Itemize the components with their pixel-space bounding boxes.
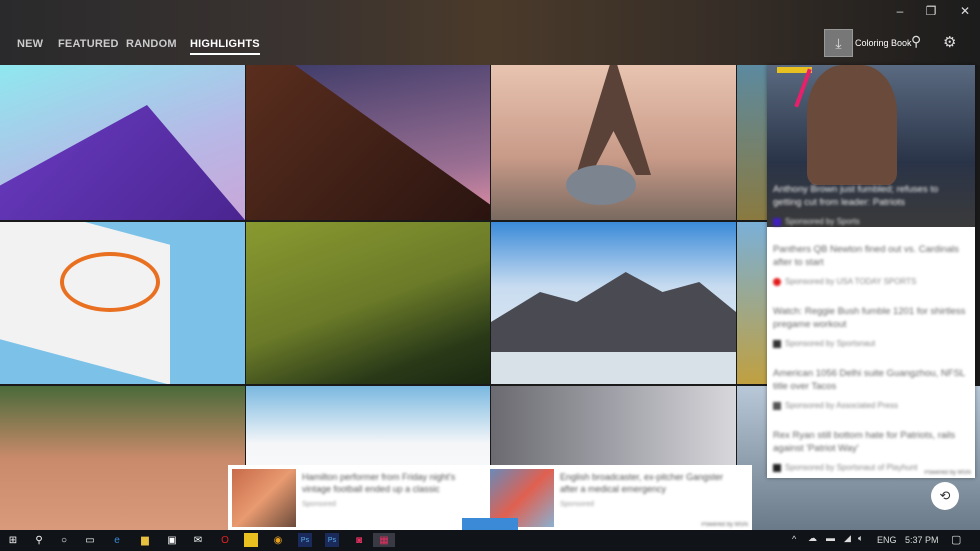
ad-link-button[interactable] xyxy=(462,518,518,530)
download-icon: ⤓ xyxy=(835,35,842,51)
volume-icon[interactable]: 🔈︎ xyxy=(858,533,863,544)
ad-sponsor: Sponsored by Associated Press xyxy=(785,401,898,410)
ad-sponsor: Sponsored by Sportsnaut xyxy=(785,339,876,348)
clock[interactable]: 5:37 PM xyxy=(905,535,939,545)
wallpaper-tile[interactable] xyxy=(491,65,736,220)
wallpaper-tile[interactable] xyxy=(0,222,245,384)
ad-sponsor: Sponsored xyxy=(560,501,594,508)
ad-item[interactable]: English broadcaster, ex-pitcher Gangster… xyxy=(490,469,748,527)
app-icon[interactable]: ◙ xyxy=(352,533,366,547)
tab-featured[interactable]: FEATURED xyxy=(58,38,119,50)
restore-icon[interactable]: ❐ xyxy=(921,4,941,18)
refresh-icon: ⟲ xyxy=(939,488,951,503)
ad-title: Anthony Brown just fumbled; refuses to g… xyxy=(773,184,939,208)
ad-item[interactable]: Rex Ryan still bottom hate for Patriots,… xyxy=(773,429,969,474)
powered-by-label: Powered by MSN xyxy=(924,470,971,476)
sticky-notes-icon[interactable] xyxy=(244,533,258,547)
task-view-icon[interactable]: ▭ xyxy=(83,533,97,547)
minimize-icon[interactable]: – xyxy=(890,4,910,18)
featured-ad[interactable]: Anthony Brown just fumbled; refuses to g… xyxy=(767,65,975,227)
ad-sponsor: Sponsored by Sports xyxy=(785,217,860,226)
device-icon[interactable]: ▬ xyxy=(826,533,835,543)
notifications-icon[interactable]: ▢ xyxy=(951,533,961,546)
wallpaper-tile[interactable] xyxy=(491,222,736,384)
tab-new[interactable]: NEW xyxy=(17,38,43,50)
close-icon[interactable]: ✕ xyxy=(955,4,975,18)
ad-title: Watch: Reggie Bush fumble 1201 for shirt… xyxy=(773,306,966,330)
chrome-icon[interactable]: ◉ xyxy=(271,533,285,547)
mail-icon[interactable]: ✉ xyxy=(191,533,205,547)
photoshop-icon[interactable]: Ps xyxy=(298,533,312,547)
chevron-up-icon[interactable]: ^ xyxy=(792,534,796,544)
gear-icon[interactable]: ⚙ xyxy=(943,33,956,51)
ad-item[interactable]: Panthers QB Newton fined out vs. Cardina… xyxy=(773,243,969,288)
tab-random[interactable]: RANDOM xyxy=(126,38,177,50)
ad-item[interactable]: Watch: Reggie Bush fumble 1201 for shirt… xyxy=(773,305,969,350)
cortana-icon[interactable]: ○ xyxy=(57,533,71,547)
taskbar: ⊞ ⚲ ○ ▭ e ▆ ▣ ✉ O ◉ Ps Ps ◙ ▦ ^ ☁ ▬ ◢ 🔈︎… xyxy=(0,530,980,551)
ad-title: American 1056 Delhi suite Guangzhou, NFS… xyxy=(773,368,965,392)
wallpaper-tile[interactable] xyxy=(0,386,245,530)
coloring-book-button[interactable]: Coloring Book xyxy=(855,38,912,48)
file-explorer-icon[interactable]: ▆ xyxy=(138,533,152,547)
windows-start-icon[interactable]: ⊞ xyxy=(6,533,20,547)
ad-sponsor: Sponsored xyxy=(302,501,336,508)
ad-item[interactable]: American 1056 Delhi suite Guangzhou, NFS… xyxy=(773,367,969,412)
photoshop-icon[interactable]: Ps xyxy=(325,533,339,547)
onedrive-icon[interactable]: ☁ xyxy=(808,533,817,544)
ad-item[interactable]: Hamilton performer from Friday night's v… xyxy=(232,469,487,527)
wallpaper-tile[interactable] xyxy=(0,65,245,220)
wifi-icon[interactable]: ◢ xyxy=(844,533,851,544)
wallpaper-tile[interactable] xyxy=(737,65,767,220)
wallpaper-tile[interactable] xyxy=(246,65,490,220)
language-indicator[interactable]: ENG xyxy=(877,535,897,545)
ad-title: English broadcaster, ex-pitcher Gangster… xyxy=(560,472,724,494)
wallpaper-tile[interactable] xyxy=(737,222,767,384)
download-button[interactable]: ⤓ xyxy=(824,29,853,57)
ad-title: Panthers QB Newton fined out vs. Cardina… xyxy=(773,244,959,268)
ad-panel: Anthony Brown just fumbled; refuses to g… xyxy=(767,65,975,478)
wallpaper-tile[interactable] xyxy=(246,222,490,384)
active-app-icon[interactable]: ▦ xyxy=(373,533,395,547)
powered-by-label: Powered by MSN xyxy=(701,522,748,528)
search-icon[interactable]: ⚲ xyxy=(911,33,921,50)
app-header: NEW FEATURED RANDOM HIGHLIGHTS ⤓ Colorin… xyxy=(0,0,980,65)
opera-icon[interactable]: O xyxy=(218,533,232,547)
bottom-ad-bar: Hamilton performer from Friday night's v… xyxy=(228,465,752,530)
edge-icon[interactable]: e xyxy=(110,533,124,547)
ad-sponsor: Sponsored by Sportsnaut of Playhunt xyxy=(785,463,918,472)
search-icon[interactable]: ⚲ xyxy=(32,533,46,547)
tab-highlights[interactable]: HIGHLIGHTS xyxy=(190,38,260,55)
refresh-button[interactable]: ⟲ xyxy=(931,482,959,510)
ad-sponsor: Sponsored by USA TODAY SPORTS xyxy=(785,277,917,286)
ad-title: Rex Ryan still bottom hate for Patriots,… xyxy=(773,430,956,454)
store-icon[interactable]: ▣ xyxy=(165,533,179,547)
ad-title: Hamilton performer from Friday night's v… xyxy=(302,472,456,494)
